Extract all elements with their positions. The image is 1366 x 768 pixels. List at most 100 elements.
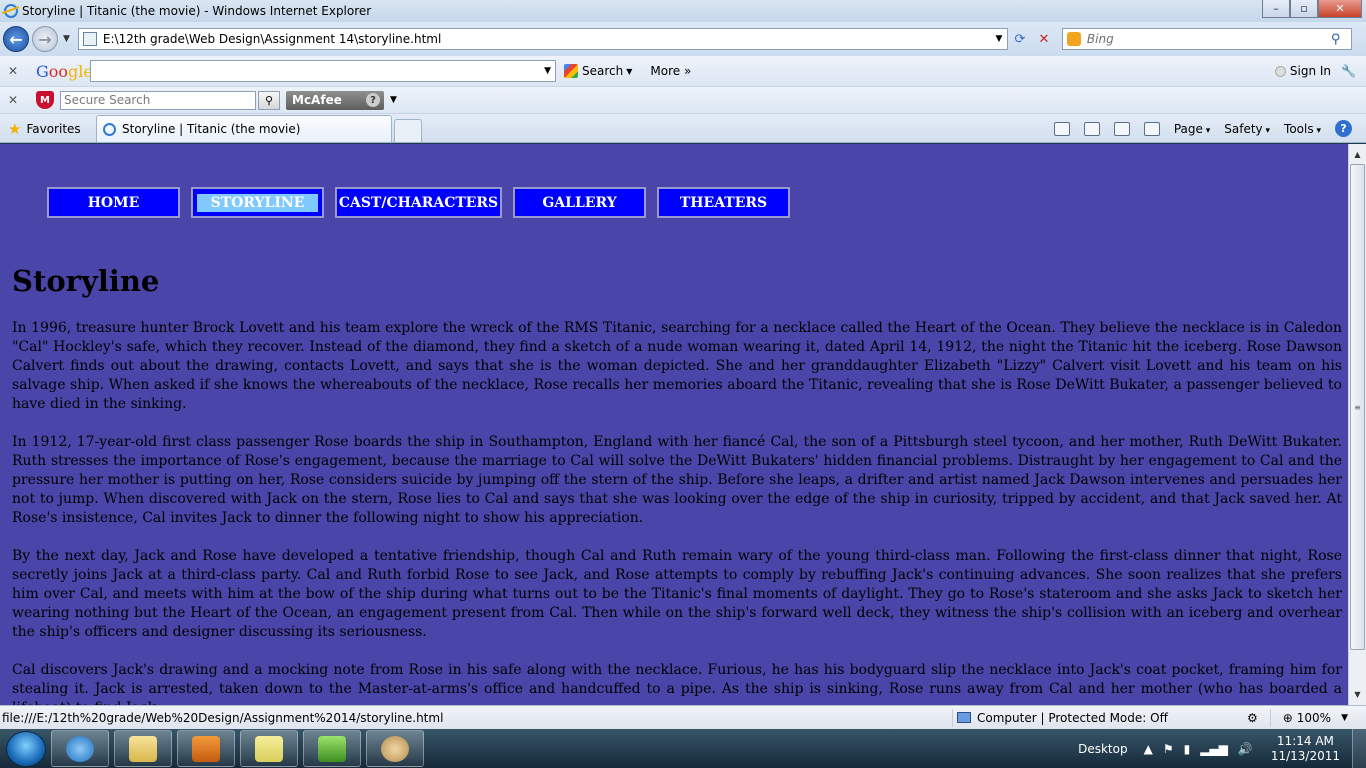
favorites-button[interactable]: ★ Favorites xyxy=(8,115,96,142)
mcafee-dropdown-icon[interactable]: ▼ xyxy=(390,95,397,105)
scroll-up-icon[interactable]: ▲ xyxy=(1349,146,1366,163)
web-page: HOME STORYLINE CAST/CHARACTERS GALLERY T… xyxy=(0,144,1348,705)
taskbar-sticky-notes[interactable] xyxy=(240,730,298,767)
desktop-toolbar[interactable]: Desktop xyxy=(1078,742,1128,756)
google-dropdown-icon[interactable]: ▼ xyxy=(544,66,551,76)
zoom-level: 100% xyxy=(1296,710,1332,725)
nav-storyline-label: STORYLINE xyxy=(196,193,319,212)
google-search-label: Search xyxy=(582,64,624,78)
nav-home[interactable]: HOME xyxy=(47,187,180,218)
wrench-icon[interactable]: 🔧 xyxy=(1341,64,1356,78)
tray-icons: ▲ ⚑ ▮ ▂▄▆ 🔊 xyxy=(1144,742,1253,756)
new-tab-button[interactable] xyxy=(394,119,422,142)
back-button[interactable]: ← xyxy=(3,26,29,52)
address-dropdown-icon[interactable]: ▼ xyxy=(991,34,1007,44)
taskbar-media-player[interactable] xyxy=(177,730,235,767)
forward-button[interactable]: → xyxy=(32,26,58,52)
nav-gallery[interactable]: GALLERY xyxy=(513,187,646,218)
page-menu[interactable]: Page xyxy=(1174,122,1210,136)
mcafee-shield-icon[interactable]: M xyxy=(36,91,54,109)
scroll-down-icon[interactable]: ▼ xyxy=(1349,686,1366,703)
tab-storyline[interactable]: Storyline | Titanic (the movie) xyxy=(96,115,392,142)
taskbar-explorer[interactable] xyxy=(114,730,172,767)
secure-search-button[interactable]: ⚲ xyxy=(258,90,280,110)
start-button[interactable] xyxy=(6,730,46,767)
close-mcafee-toolbar-icon[interactable]: ✕ xyxy=(8,93,28,107)
tab-title: Storyline | Titanic (the movie) xyxy=(122,122,301,136)
media-player-icon xyxy=(192,735,220,762)
security-zone[interactable]: Computer | Protected Mode: Off xyxy=(952,708,1168,727)
stop-icon[interactable]: ✕ xyxy=(1032,28,1056,50)
feeds-icon[interactable] xyxy=(1083,121,1100,136)
storyline-paragraph: By the next day, Jack and Rose have deve… xyxy=(12,548,1342,640)
tools-menu[interactable]: Tools xyxy=(1284,122,1321,136)
vertical-scrollbar[interactable]: ▲ ≡ ▼ xyxy=(1348,144,1366,705)
system-tray: Desktop ▲ ⚑ ▮ ▂▄▆ 🔊 11:14 AM 11/13/2011 xyxy=(1078,729,1366,768)
show-desktop-button[interactable] xyxy=(1352,729,1366,768)
home-icon[interactable] xyxy=(1053,121,1070,136)
mail-icon[interactable] xyxy=(1113,121,1130,136)
safety-menu[interactable]: Safety xyxy=(1224,122,1270,136)
computer-icon xyxy=(957,712,971,723)
command-bar: Page Safety Tools ? xyxy=(1053,115,1352,142)
help-menu-icon[interactable]: ? xyxy=(1335,120,1352,137)
action-center-icon[interactable]: ⚑ xyxy=(1163,742,1174,756)
search-placeholder[interactable]: Bing xyxy=(1087,32,1331,46)
clock-date: 11/13/2011 xyxy=(1270,748,1340,763)
site-nav: HOME STORYLINE CAST/CHARACTERS GALLERY T… xyxy=(47,187,801,218)
google-search-button[interactable]: Search ▼ xyxy=(564,64,632,78)
status-bar: file:///E:/12th%20grade/Web%20Design/Ass… xyxy=(0,705,1366,729)
battery-icon[interactable]: ▮ xyxy=(1184,742,1191,756)
minimize-button[interactable]: – xyxy=(1262,0,1290,18)
protected-mode-icon: ⚙ xyxy=(1246,710,1258,725)
taskbar-paint[interactable] xyxy=(366,730,424,767)
maximize-button[interactable]: ▫ xyxy=(1290,0,1318,18)
clock-time: 11:14 AM xyxy=(1276,733,1334,748)
nav-storyline[interactable]: STORYLINE xyxy=(191,187,324,218)
storyline-paragraph: In 1996, treasure hunter Brock Lovett an… xyxy=(12,320,1342,412)
internet-explorer-icon xyxy=(66,735,94,762)
network-icon[interactable]: ▂▄▆ xyxy=(1200,742,1228,756)
storyline-paragraph: In 1912, 17-year-old first class passeng… xyxy=(12,434,1342,526)
zoom-control[interactable]: ⚙ ⊕ 100% ▼ xyxy=(1246,708,1348,727)
window-title: Storyline | Titanic (the movie) - Window… xyxy=(22,4,372,18)
clock[interactable]: 11:14 AM 11/13/2011 xyxy=(1271,734,1340,764)
close-button[interactable]: ✕ xyxy=(1318,0,1362,18)
secure-search-input[interactable]: Secure Search xyxy=(60,90,256,110)
window-controls: – ▫ ✕ xyxy=(1262,0,1362,18)
notepad-icon xyxy=(318,735,346,762)
page-heading: Storyline xyxy=(12,264,160,298)
taskbar-notepad-plus[interactable] xyxy=(303,730,361,767)
volume-icon[interactable]: 🔊 xyxy=(1238,742,1253,756)
google-logo: Google xyxy=(36,61,93,81)
close-toolbar-icon[interactable]: ✕ xyxy=(8,64,28,78)
show-hidden-icons-icon[interactable]: ▲ xyxy=(1144,742,1153,756)
search-icon[interactable]: ⚲ xyxy=(1331,32,1351,47)
print-icon[interactable] xyxy=(1143,121,1160,136)
page-icon xyxy=(82,32,97,46)
mcafee-button[interactable]: McAfee ? xyxy=(286,90,384,110)
mcafee-toolbar: ✕ M Secure Search ⚲ McAfee ? ▼ xyxy=(0,87,1366,114)
google-more-button[interactable]: More » xyxy=(650,64,691,78)
scroll-thumb[interactable]: ≡ xyxy=(1350,164,1365,650)
zoom-icon: ⊕ xyxy=(1282,710,1293,725)
favorites-label: Favorites xyxy=(26,121,81,136)
taskbar-internet-explorer[interactable] xyxy=(51,730,109,767)
recent-pages-dropdown-icon[interactable]: ▼ xyxy=(63,34,70,44)
storyline-paragraph: Cal discovers Jack's drawing and a mocki… xyxy=(12,662,1342,705)
zone-label: Computer | Protected Mode: Off xyxy=(977,710,1168,725)
address-bar[interactable]: E:\12th grade\Web Design\Assignment 14\s… xyxy=(77,28,1008,50)
user-icon xyxy=(1274,65,1286,77)
tab-ie-icon xyxy=(103,122,116,136)
status-url: file:///E:/12th%20grade/Web%20Design/Ass… xyxy=(2,710,444,725)
google-search-input[interactable]: ▼ xyxy=(90,60,556,82)
search-box[interactable]: Bing ⚲ xyxy=(1061,28,1352,50)
window-title-bar: Storyline | Titanic (the movie) - Window… xyxy=(0,0,1366,22)
navigation-bar: ← → ▼ E:\12th grade\Web Design\Assignmen… xyxy=(0,22,1366,56)
google-sign-in[interactable]: Sign In 🔧 xyxy=(1274,64,1356,78)
help-icon[interactable]: ? xyxy=(366,93,380,107)
refresh-icon[interactable]: ⟳ xyxy=(1008,28,1032,50)
nav-cast-characters[interactable]: CAST/CHARACTERS xyxy=(335,187,502,218)
address-url[interactable]: E:\12th grade\Web Design\Assignment 14\s… xyxy=(103,32,991,46)
nav-theaters[interactable]: THEATERS xyxy=(657,187,790,218)
